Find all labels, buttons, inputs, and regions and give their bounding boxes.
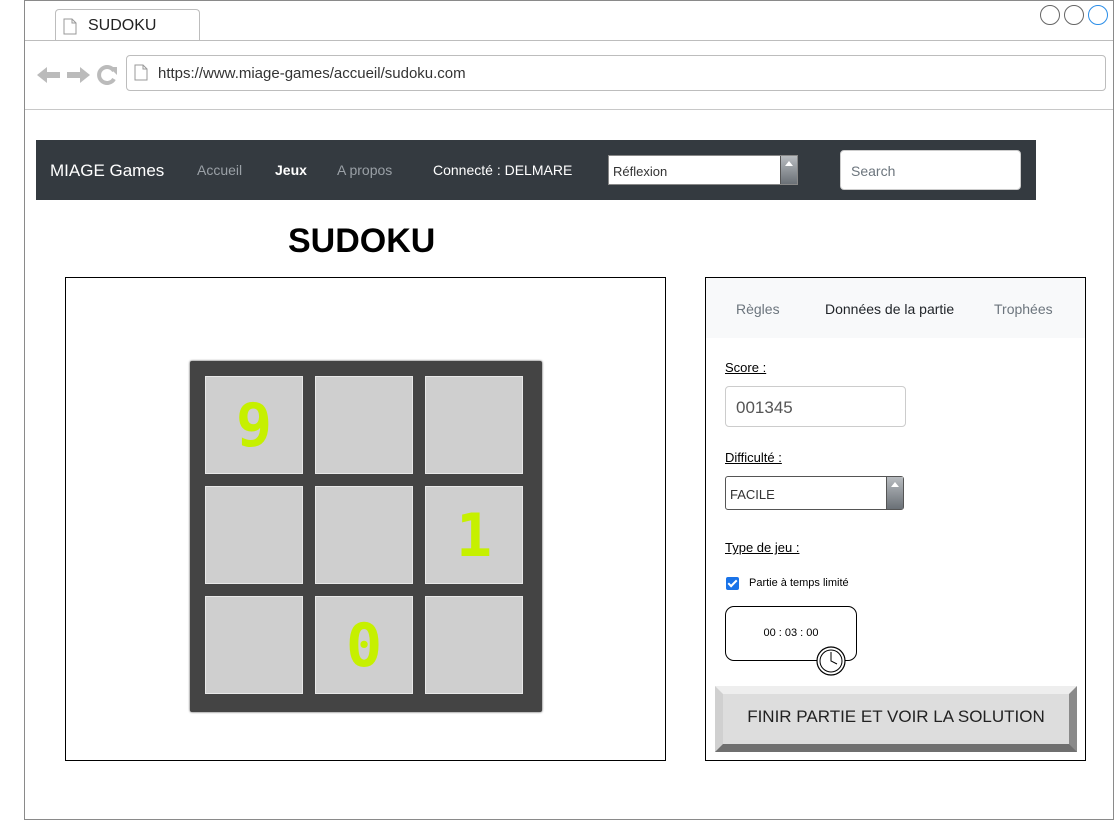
reload-icon[interactable] <box>96 64 118 86</box>
site-navbar: MIAGE Games Accueil Jeux A propos Connec… <box>36 140 1036 200</box>
grid-cell-3-3[interactable] <box>425 596 523 694</box>
nav-link-a-propos[interactable]: A propos <box>337 162 392 178</box>
finish-game-button[interactable]: FINIR PARTIE ET VOIR LA SOLUTION <box>715 686 1077 752</box>
clock-icon <box>816 646 846 676</box>
panel-tabs: Règles Données de la partie Trophées <box>706 278 1085 338</box>
tab-divider <box>25 40 1113 41</box>
game-info-panel: Règles Données de la partie Trophées Sco… <box>705 277 1086 761</box>
grid-cell-1-1[interactable]: 9 <box>205 376 303 474</box>
timed-game-checkbox[interactable] <box>726 577 739 590</box>
grid-cell-2-1[interactable] <box>205 486 303 584</box>
page-icon <box>63 18 77 35</box>
page-icon <box>134 64 148 81</box>
grid-cell-3-2[interactable]: 0 <box>315 596 413 694</box>
timed-game-label: Partie à temps limité <box>749 577 849 589</box>
score-field[interactable]: 001345 <box>725 386 906 427</box>
nav-link-accueil[interactable]: Accueil <box>197 162 242 178</box>
window-minimize-button[interactable] <box>1040 5 1060 25</box>
finish-game-label: FINIR PARTIE ET VOIR LA SOLUTION <box>747 707 1045 726</box>
tab-donnees-partie[interactable]: Données de la partie <box>825 301 954 317</box>
toolbar-divider <box>25 109 1113 110</box>
grid-cell-1-3[interactable] <box>425 376 523 474</box>
category-select[interactable]: Réflexion <box>608 155 798 185</box>
url-text: https://www.miage-games/accueil/sudoku.c… <box>158 65 466 82</box>
difficulty-value: FACILE <box>730 487 775 502</box>
grid-cell-1-2[interactable] <box>315 376 413 474</box>
page-title: SUDOKU <box>288 222 436 260</box>
dropdown-arrow-icon[interactable] <box>886 477 903 509</box>
timer-value: 00 : 03 : 00 <box>763 627 819 639</box>
score-label: Score : <box>725 360 767 375</box>
tab-regles[interactable]: Règles <box>736 301 780 317</box>
back-arrow-icon[interactable] <box>37 65 61 85</box>
difficulty-label: Difficulté : <box>725 450 782 465</box>
game-type-label: Type de jeu : <box>725 540 800 555</box>
difficulty-select[interactable]: FACILE <box>725 476 904 510</box>
browser-tab[interactable]: SUDOKU <box>55 9 200 41</box>
sudoku-grid: 9 1 0 <box>190 361 542 712</box>
brand-link[interactable]: MIAGE Games <box>50 161 164 181</box>
score-value: 001345 <box>736 398 793 417</box>
grid-cell-2-3[interactable]: 1 <box>425 486 523 584</box>
user-status: Connecté : DELMARE <box>433 162 573 178</box>
address-bar[interactable]: https://www.miage-games/accueil/sudoku.c… <box>126 55 1106 91</box>
dropdown-arrow-icon[interactable] <box>780 156 797 184</box>
grid-cell-3-1[interactable] <box>205 596 303 694</box>
tab-trophees[interactable]: Trophées <box>994 301 1053 317</box>
category-select-value: Réflexion <box>613 164 668 179</box>
window-close-button[interactable] <box>1088 5 1108 25</box>
tab-title: SUDOKU <box>88 17 157 34</box>
window-maximize-button[interactable] <box>1064 5 1084 25</box>
nav-link-jeux[interactable]: Jeux <box>275 162 307 178</box>
grid-cell-2-2[interactable] <box>315 486 413 584</box>
search-input[interactable]: Search <box>840 150 1021 190</box>
forward-arrow-icon[interactable] <box>66 65 90 85</box>
search-placeholder: Search <box>851 163 896 179</box>
